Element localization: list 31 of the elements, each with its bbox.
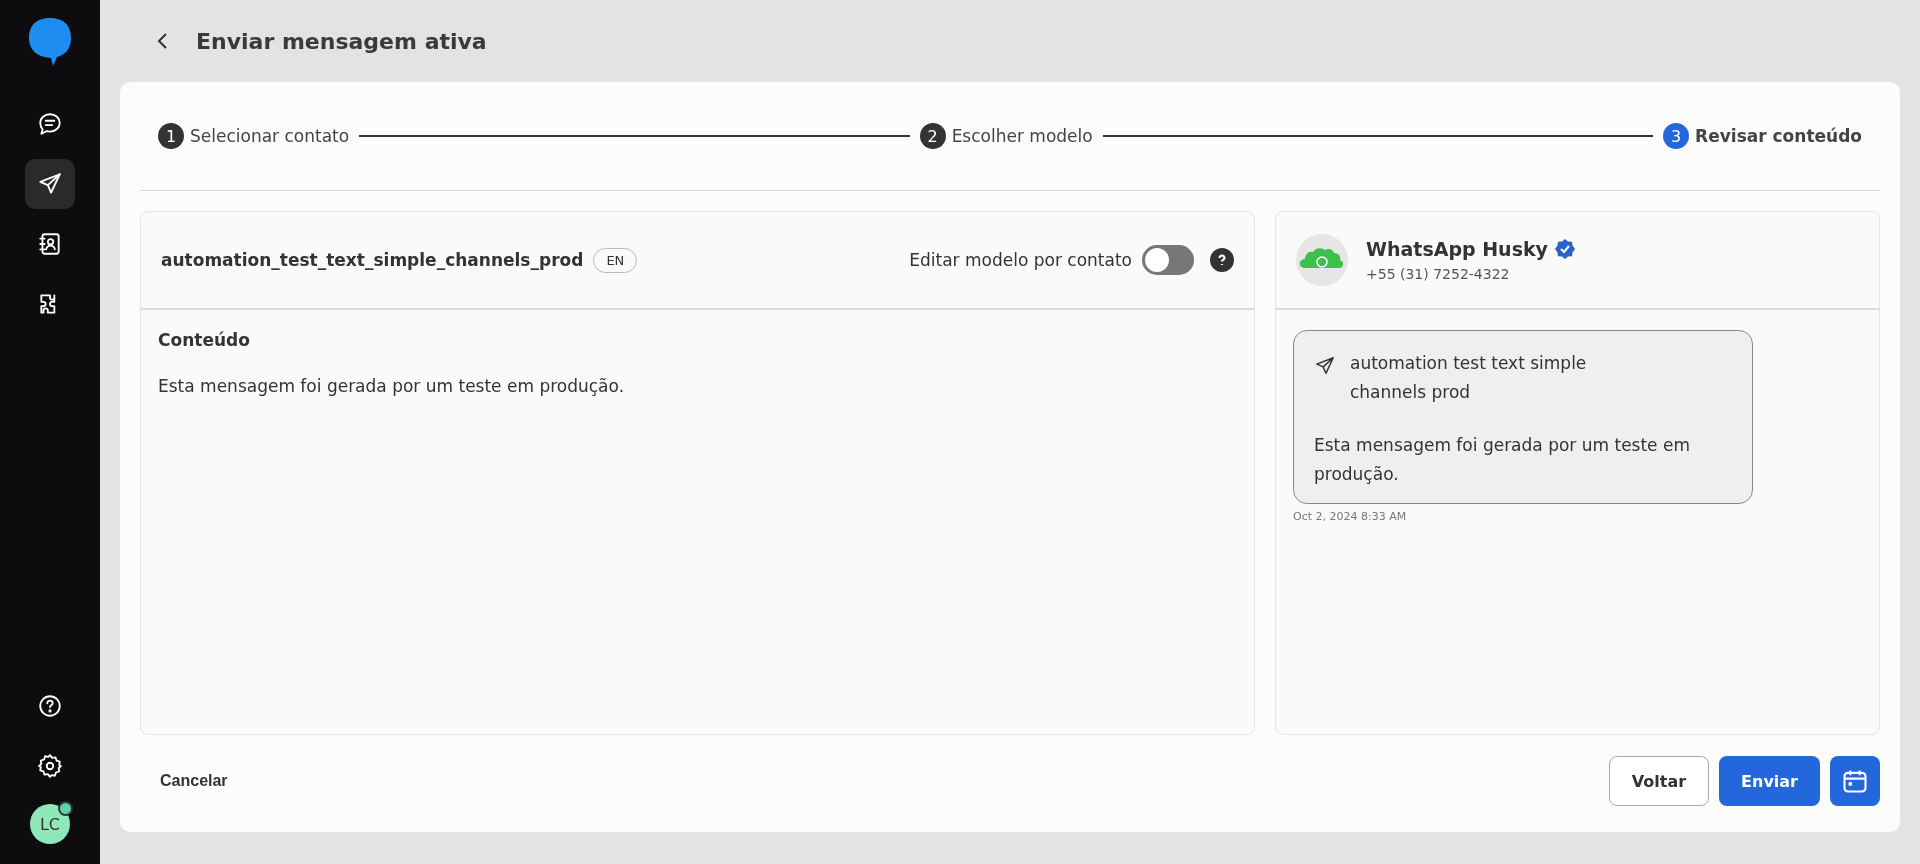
step-label: Revisar conteúdo xyxy=(1695,126,1862,146)
send-button[interactable]: Enviar xyxy=(1719,756,1820,806)
help-icon[interactable] xyxy=(1210,248,1234,272)
speech-bubble-logo xyxy=(27,16,73,68)
step-label: Escolher modelo xyxy=(951,126,1093,146)
paper-plane-icon xyxy=(1314,355,1336,377)
schedule-button[interactable] xyxy=(1830,756,1880,806)
step-number: 2 xyxy=(919,123,946,149)
toggle-label: Editar modelo por contato xyxy=(909,250,1132,270)
phone-number: +55 (31) 7252-4322 xyxy=(1366,266,1511,282)
content-heading: Conteúdo xyxy=(158,330,251,350)
step-label: Selecionar contato xyxy=(190,126,350,146)
template-name: automation_test_text_simple_channels_prod xyxy=(161,250,584,270)
page-title: Enviar mensagem ativa xyxy=(196,28,487,54)
step-number: 3 xyxy=(1663,123,1690,149)
content-text: Esta mensagem foi gerada por um teste em produção. xyxy=(158,376,626,396)
message-title: automation test text simple channels prod xyxy=(1350,352,1588,404)
help-icon xyxy=(37,693,63,719)
message-timestamp: Oct 2, 2024 8:33 AM xyxy=(1293,509,1408,523)
settings-icon xyxy=(37,753,63,779)
user-avatar[interactable]: LC xyxy=(30,804,70,844)
back-button[interactable]: Voltar xyxy=(1608,756,1710,806)
cancel-link[interactable]: Cancelar xyxy=(160,772,228,790)
nav-item[interactable] xyxy=(25,159,75,209)
contact-book-icon xyxy=(37,231,63,257)
channel-name: WhatsApp Husky xyxy=(1366,238,1548,260)
back-chevron-icon[interactable] xyxy=(156,32,170,50)
edit-per-contact-toggle[interactable] xyxy=(1142,245,1194,275)
message-body: Esta mensagem foi gerada por um teste em produção. xyxy=(1314,433,1691,486)
step-number: 1 xyxy=(158,123,184,149)
chat-icon xyxy=(37,111,63,137)
